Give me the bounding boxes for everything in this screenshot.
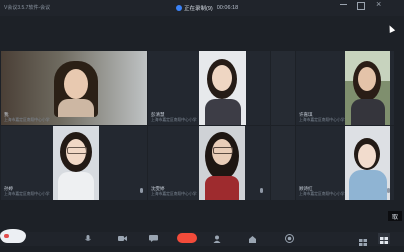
participant-tile[interactable]: 彭清慧 上海市嘉定区南翔中心小学 (148, 51, 270, 125)
camera-icon (117, 236, 127, 241)
record-icon (284, 234, 294, 243)
participant-tile[interactable]: 顾诗红 上海市嘉定区南翔中心小学 (296, 126, 394, 200)
grid-icon (380, 237, 388, 244)
participant-org: 上海市嘉定区南翔中心小学 (299, 118, 345, 122)
mic-muted-icon (140, 188, 143, 193)
logo-accent-icon (4, 234, 9, 238)
participant-org: 上海市嘉定区南翔中心小学 (151, 192, 197, 196)
mic-icon (85, 234, 91, 241)
participant-org: 上海市嘉定区南翔中心小学 (299, 192, 345, 196)
close-icon[interactable]: × (376, 0, 381, 9)
avatar (53, 126, 99, 200)
minimize-icon[interactable] (340, 4, 347, 5)
share-icon (248, 235, 256, 243)
app-title: V会议3.5.7软件-会议 (4, 5, 51, 11)
record-button[interactable] (282, 234, 296, 243)
meeting-window: V会议3.5.7软件-会议 正在录制(9) 00:06:18 × 我 上海市嘉定… (0, 0, 404, 246)
recording-timer: 00:06:18 (216, 4, 239, 11)
participant-tile[interactable] (271, 126, 295, 200)
participant-tile[interactable] (271, 51, 295, 125)
recording-indicator[interactable]: 正在录制(9) 00:06:18 (176, 3, 238, 12)
participants-button[interactable] (210, 234, 224, 243)
gallery-view-button[interactable] (378, 233, 390, 244)
avatar (199, 126, 245, 200)
participant-tile[interactable]: 许嘉琪 上海市嘉定区南翔中心小学 (296, 51, 394, 125)
participants-icon (213, 235, 221, 243)
participant-tile[interactable]: 沈雯婷 上海市嘉定区南翔中心小学 (148, 126, 270, 200)
avatar (345, 51, 390, 125)
record-dot-icon (176, 4, 182, 11)
avatar (54, 61, 98, 117)
participant-org: 上海市嘉定区南翔中心小学 (151, 118, 197, 122)
chat-button[interactable] (146, 234, 160, 243)
mic-muted-icon (260, 188, 263, 193)
participant-tile[interactable]: 我 上海市嘉定区南翔中心小学 (1, 51, 147, 125)
participant-org: 上海市嘉定区南翔中心小学 (4, 192, 50, 196)
title-bar: V会议3.5.7软件-会议 正在录制(9) 00:06:18 × (0, 0, 404, 16)
layout-button[interactable] (358, 234, 368, 246)
side-panel-toggle[interactable]: 取 (388, 211, 402, 221)
share-button[interactable] (245, 234, 259, 243)
mouse-cursor-icon (386, 24, 396, 33)
mic-muted-icon (387, 188, 390, 193)
mic-button[interactable] (81, 234, 95, 243)
hangup-button[interactable] (177, 233, 197, 243)
avatar (345, 126, 390, 200)
participant-org: 上海市嘉定区南翔中心小学 (4, 118, 50, 122)
recording-label: 正在录制(9) (184, 5, 213, 12)
bottom-toolbar (0, 232, 404, 246)
maximize-icon[interactable] (357, 2, 365, 10)
camera-button[interactable] (115, 234, 129, 243)
chat-icon (148, 235, 158, 242)
avatar (199, 51, 246, 125)
participant-tile[interactable]: 孙婷 上海市嘉定区南翔中心小学 (1, 126, 147, 200)
